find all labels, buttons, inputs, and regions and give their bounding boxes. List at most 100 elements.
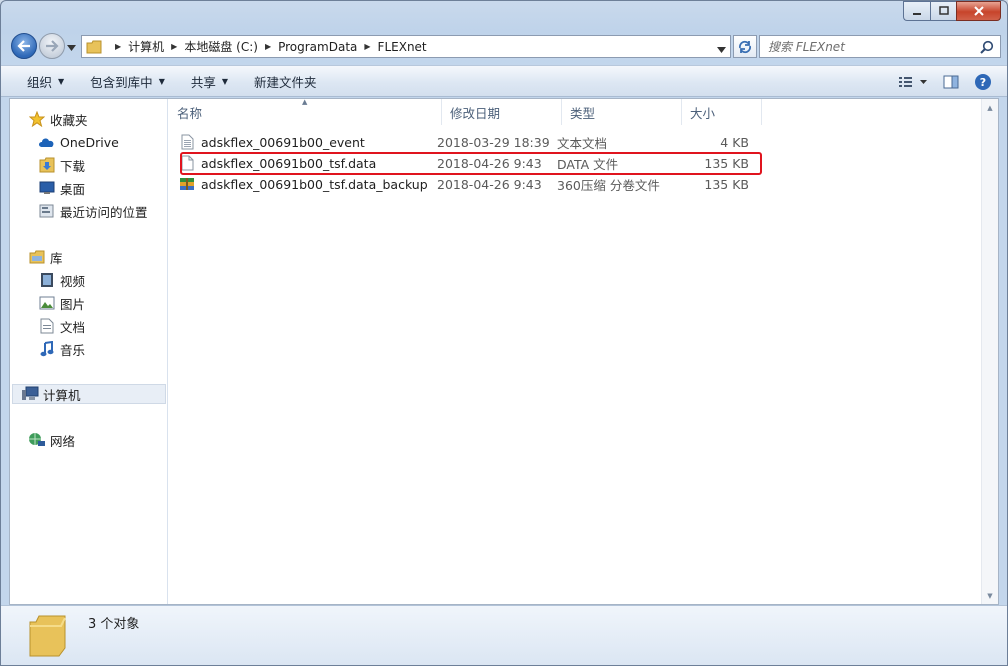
close-button[interactable] xyxy=(956,1,1001,21)
address-history-dropdown[interactable] xyxy=(717,42,726,56)
column-header-type[interactable]: 类型 xyxy=(562,99,682,125)
nav-computer-label: 计算机 xyxy=(43,387,81,403)
view-controls: ? xyxy=(889,70,997,94)
recent-pages-dropdown[interactable] xyxy=(67,40,76,54)
svg-text:?: ? xyxy=(980,76,986,89)
nav-downloads[interactable]: 下载 xyxy=(38,155,85,175)
new-folder-button[interactable]: 新建文件夹 xyxy=(246,69,325,93)
folder-icon xyxy=(27,612,69,661)
breadcrumb-separator[interactable]: ▶ xyxy=(115,42,121,51)
details-pane: 3 个对象 xyxy=(1,605,1007,665)
column-date-label: 修改日期 xyxy=(450,105,501,121)
music-icon xyxy=(38,341,56,357)
chevron-down-icon: ▼ xyxy=(158,76,165,86)
file-name: adskflex_00691b00_event xyxy=(201,134,365,150)
file-date: 2018-03-29 18:39 xyxy=(437,134,550,150)
column-header-size[interactable]: 大小 xyxy=(682,99,762,125)
search-input[interactable] xyxy=(768,39,968,54)
breadcrumb-programdata[interactable]: ProgramData xyxy=(278,40,357,54)
column-type-label: 类型 xyxy=(570,105,596,121)
item-count: 3 个对象 xyxy=(88,617,140,632)
close-icon xyxy=(973,6,984,16)
breadcrumb-separator[interactable]: ▶ xyxy=(171,42,177,51)
nav-network[interactable]: 网络 xyxy=(28,430,75,450)
file-name: adskflex_00691b00_tsf.data_backup xyxy=(201,176,428,192)
nav-favorites[interactable]: 收藏夹 xyxy=(28,109,88,129)
main-area: 收藏夹 OneDrive 下载 桌面 最近访问的位置 库 视频 图片 文档 音乐… xyxy=(9,98,999,605)
preview-pane-button[interactable] xyxy=(937,70,965,94)
nav-desktop[interactable]: 桌面 xyxy=(38,178,85,198)
vertical-scrollbar[interactable]: ▲ ▼ xyxy=(981,99,998,604)
column-header-name[interactable]: ▲ 名称 xyxy=(169,98,442,125)
column-header-row: ▲ 名称 修改日期 类型 大小 xyxy=(169,98,762,125)
chevron-down-icon: ▼ xyxy=(58,76,65,86)
nav-videos-label: 视频 xyxy=(60,273,86,289)
file-date: 2018-04-26 9:43 xyxy=(437,176,542,192)
nav-videos[interactable]: 视频 xyxy=(38,270,85,290)
file-row[interactable]: adskflex_00691b00_tsf.data_backup 2018-0… xyxy=(179,174,749,194)
nav-documents-label: 文档 xyxy=(60,319,86,335)
nav-desktop-label: 桌面 xyxy=(60,181,86,197)
sort-ascending-icon: ▲ xyxy=(302,98,308,106)
nav-pictures[interactable]: 图片 xyxy=(38,293,85,313)
share-label: 共享 xyxy=(190,74,216,90)
breadcrumb-separator[interactable]: ▶ xyxy=(265,42,271,51)
file-row[interactable]: adskflex_00691b00_event 2018-03-29 18:39… xyxy=(179,132,749,152)
change-view-button[interactable] xyxy=(893,70,933,94)
refresh-button[interactable] xyxy=(733,35,757,58)
file-type: 360压缩 分卷文件 xyxy=(557,177,660,193)
minimize-button[interactable] xyxy=(903,1,930,21)
folder-icon xyxy=(86,40,102,54)
nav-network-label: 网络 xyxy=(50,433,76,449)
chevron-down-icon xyxy=(67,45,76,51)
nav-music[interactable]: 音乐 xyxy=(38,339,85,359)
breadcrumb-local-disk[interactable]: 本地磁盘 (C:) xyxy=(184,38,258,55)
search-box[interactable] xyxy=(759,35,1001,58)
star-icon xyxy=(28,111,46,127)
nav-onedrive[interactable]: OneDrive xyxy=(38,132,119,152)
include-in-library-menu[interactable]: 包含到库中 ▼ xyxy=(82,69,173,93)
file-size: 4 KB xyxy=(720,134,749,150)
breadcrumb-computer[interactable]: 计算机 xyxy=(128,38,164,55)
downloads-folder-icon xyxy=(38,157,56,173)
navigation-bar: ▶ 计算机 ▶ 本地磁盘 (C:) ▶ ProgramData ▶ FLEXne… xyxy=(9,32,1001,62)
search-icon[interactable] xyxy=(980,40,994,57)
nav-libraries[interactable]: 库 xyxy=(28,247,63,267)
nav-downloads-label: 下载 xyxy=(60,158,86,174)
nav-recent-places[interactable]: 最近访问的位置 xyxy=(38,201,148,221)
recent-places-icon xyxy=(38,203,56,219)
library-icon xyxy=(28,249,46,265)
arrow-left-icon xyxy=(17,40,30,52)
nav-libraries-label: 库 xyxy=(50,250,63,266)
file-list: ▲ 名称 修改日期 类型 大小 adskflex_00691b00_event xyxy=(169,98,998,604)
column-name-label: 名称 xyxy=(177,105,203,121)
scroll-down-icon[interactable]: ▼ xyxy=(982,587,998,604)
video-icon xyxy=(38,272,56,288)
nav-recent-label: 最近访问的位置 xyxy=(60,204,148,220)
help-button[interactable]: ? xyxy=(969,70,997,94)
maximize-button[interactable] xyxy=(930,1,956,21)
include-library-label: 包含到库中 xyxy=(90,74,153,90)
document-icon xyxy=(38,318,56,334)
nav-computer[interactable]: 计算机 xyxy=(12,384,166,404)
breadcrumb-flexnet[interactable]: FLEXnet xyxy=(378,40,427,54)
minimize-icon xyxy=(913,13,921,15)
arrow-right-icon xyxy=(46,40,59,52)
share-menu[interactable]: 共享 ▼ xyxy=(183,69,236,93)
nav-music-label: 音乐 xyxy=(60,342,86,358)
text-file-icon xyxy=(179,134,195,150)
nav-documents[interactable]: 文档 xyxy=(38,316,85,336)
address-bar[interactable]: ▶ 计算机 ▶ 本地磁盘 (C:) ▶ ProgramData ▶ FLEXne… xyxy=(81,35,731,58)
forward-button[interactable] xyxy=(39,33,65,59)
column-size-label: 大小 xyxy=(690,105,716,121)
chevron-down-icon: ▼ xyxy=(221,76,229,86)
column-header-date[interactable]: 修改日期 xyxy=(442,99,562,125)
file-type: 文本文档 xyxy=(557,135,608,151)
scroll-up-icon[interactable]: ▲ xyxy=(982,99,998,116)
file-size: 135 KB xyxy=(704,176,749,192)
help-icon: ? xyxy=(975,74,991,90)
breadcrumb-separator[interactable]: ▶ xyxy=(364,42,370,51)
back-button[interactable] xyxy=(11,33,37,59)
view-details-icon xyxy=(899,77,927,87)
organize-menu[interactable]: 组织 ▼ xyxy=(19,69,72,93)
